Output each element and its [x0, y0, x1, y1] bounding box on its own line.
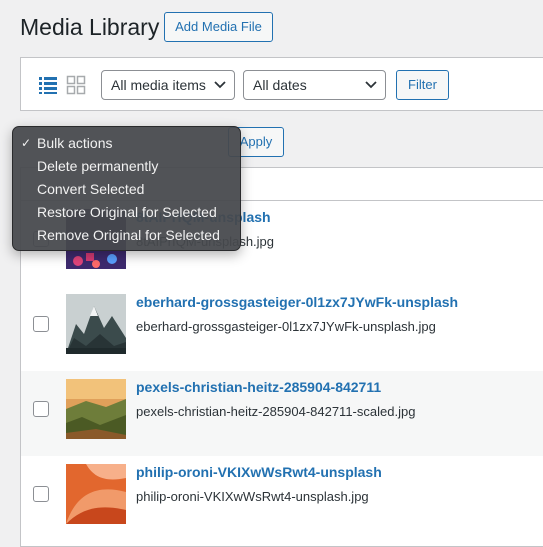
menu-item-bulk-actions[interactable]: Bulk actions	[37, 135, 112, 151]
chevron-down-icon	[214, 81, 226, 89]
media-file-name: pexels-christian-heitz-285904-842711-sca…	[136, 404, 416, 419]
media-title-link[interactable]: pexels-christian-heitz-285904-842711	[136, 379, 381, 395]
thumbnail-image[interactable]	[66, 379, 126, 439]
menu-item-remove-original[interactable]: Remove Original for Selected	[37, 227, 220, 243]
thumbnail-image[interactable]	[66, 294, 126, 354]
table-row: eberhard-grossgasteiger-0l1zx7JYwFk-unsp…	[21, 286, 543, 371]
table-row: pexels-christian-heitz-285904-842711 pex…	[21, 371, 543, 456]
dates-select[interactable]: All dates	[243, 70, 386, 100]
media-title-link[interactable]: eberhard-grossgasteiger-0l1zx7JYwFk-unsp…	[136, 294, 458, 310]
table-row: philip-oroni-VKIXwWsRwt4-unsplash philip…	[21, 456, 543, 541]
bulk-actions-menu: ✓ Bulk actions Delete permanently Conver…	[12, 126, 241, 251]
row-checkbox[interactable]	[33, 401, 49, 417]
filter-bar: All media items All dates Filter	[20, 57, 543, 111]
grid-view-icon[interactable]	[66, 75, 86, 95]
add-media-file-button[interactable]: Add Media File	[164, 12, 273, 42]
menu-item-delete-permanently[interactable]: Delete permanently	[37, 158, 158, 174]
row-checkbox[interactable]	[33, 486, 49, 502]
filter-button[interactable]: Filter	[396, 70, 449, 100]
media-type-select-value: All media items	[111, 77, 206, 93]
media-type-select[interactable]: All media items	[101, 70, 235, 100]
list-view-icon[interactable]	[38, 75, 58, 95]
menu-item-convert-selected[interactable]: Convert Selected	[37, 181, 144, 197]
thumbnail-image[interactable]	[66, 464, 126, 524]
chevron-down-icon	[365, 81, 377, 89]
check-icon: ✓	[21, 136, 32, 150]
media-file-name: eberhard-grossgasteiger-0l1zx7JYwFk-unsp…	[136, 319, 436, 334]
page-title: Media Library	[20, 14, 160, 40]
row-checkbox[interactable]	[33, 316, 49, 332]
media-title-link[interactable]: philip-oroni-VKIXwWsRwt4-unsplash	[136, 464, 382, 480]
menu-item-restore-original[interactable]: Restore Original for Selected	[37, 204, 217, 220]
dates-select-value: All dates	[253, 77, 307, 93]
media-file-name: philip-oroni-VKIXwWsRwt4-unsplash.jpg	[136, 489, 369, 504]
